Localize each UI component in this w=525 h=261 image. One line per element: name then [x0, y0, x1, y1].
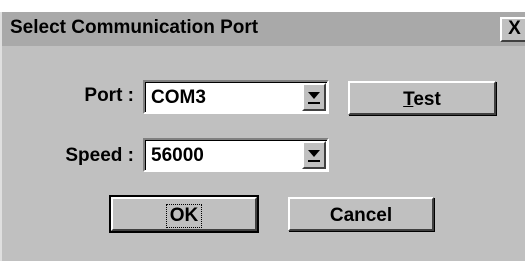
test-button[interactable]: Test	[348, 81, 496, 115]
speed-label: Speed :	[65, 145, 134, 166]
test-button-mnemonic: T	[403, 89, 414, 110]
cancel-button[interactable]: Cancel	[288, 197, 434, 231]
title-bar: Select Communication Port X	[2, 12, 525, 46]
port-select[interactable]: COM3	[143, 80, 329, 114]
select-communication-port-dialog: Select Communication Port X Port : COM3 …	[0, 12, 525, 261]
port-select-value: COM3	[151, 87, 206, 108]
port-label: Port :	[84, 85, 134, 106]
close-icon: X	[508, 18, 521, 39]
dialog-title: Select Communication Port	[10, 17, 259, 38]
ok-button-label: OK	[165, 204, 203, 228]
speed-select[interactable]: 56000	[143, 138, 329, 172]
close-button[interactable]: X	[500, 17, 525, 42]
cancel-button-label: Cancel	[329, 205, 393, 226]
ok-button[interactable]: OK	[109, 195, 259, 233]
test-button-label: est	[413, 89, 441, 110]
port-dropdown-button[interactable]	[302, 83, 326, 111]
speed-select-value: 56000	[151, 145, 204, 166]
speed-dropdown-button[interactable]	[302, 141, 326, 169]
